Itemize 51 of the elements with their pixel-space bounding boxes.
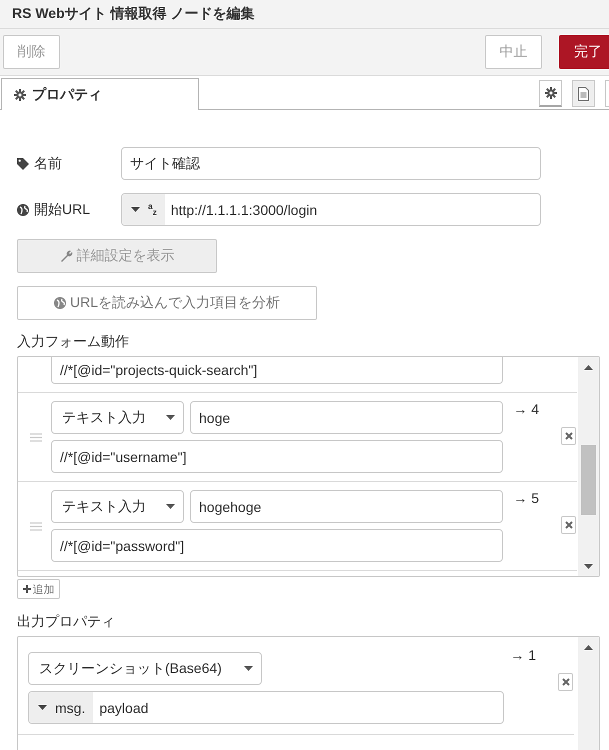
drag-handle-icon xyxy=(30,432,42,442)
drag-handle-icon xyxy=(30,522,42,530)
close-icon xyxy=(562,678,570,686)
field-label: 開始URL xyxy=(34,200,90,218)
close-icon xyxy=(564,521,572,529)
remove-button[interactable] xyxy=(558,673,573,691)
add-button[interactable]: 追加 xyxy=(17,579,60,599)
gear-icon xyxy=(544,87,556,99)
value-field[interactable]: hoge xyxy=(190,401,503,434)
xpath-field[interactable]: //*[@id="username"] xyxy=(51,440,503,473)
globe-icon xyxy=(54,297,66,309)
properties-tab[interactable]: プロパティ xyxy=(1,78,199,110)
caret-icon xyxy=(38,705,47,710)
plus-icon xyxy=(22,585,30,593)
remove-button[interactable] xyxy=(561,516,576,534)
action-select[interactable]: テキスト入力 xyxy=(51,401,184,434)
section-label: 入力フォーム動作 xyxy=(17,333,130,351)
value-field[interactable]: hogehoge xyxy=(190,490,503,523)
xpath-field[interactable]: //*[@id="password"] xyxy=(51,529,503,562)
dropdown-icon xyxy=(166,504,175,509)
xpath-field[interactable]: //*[@id="projects-quick-search"] xyxy=(51,357,503,384)
gear-icon xyxy=(14,88,26,100)
output-number: → 1 xyxy=(510,647,536,663)
done-button[interactable]: 完了 xyxy=(559,35,609,69)
document-icon xyxy=(578,86,589,100)
action-select[interactable]: テキスト入力 xyxy=(51,490,184,523)
property-field[interactable]: msg. payload xyxy=(28,691,504,724)
close-icon xyxy=(564,432,572,440)
scrollbar[interactable] xyxy=(578,357,599,576)
dropdown-icon xyxy=(244,666,253,671)
scroll-down-icon[interactable] xyxy=(584,564,593,568)
name-field[interactable]: サイト確認 xyxy=(121,147,541,180)
field-label: 名前 xyxy=(34,154,62,172)
description-tab-button[interactable] xyxy=(572,80,595,107)
wrench-icon xyxy=(60,250,72,262)
dropdown-icon xyxy=(166,415,175,420)
caret-icon xyxy=(131,207,140,212)
scrollbar[interactable] xyxy=(578,637,599,750)
settings-tab-button[interactable] xyxy=(539,80,562,107)
tag-icon xyxy=(17,158,29,170)
globe-icon xyxy=(17,204,29,216)
scroll-up-icon[interactable] xyxy=(584,364,593,370)
scroll-thumb[interactable] xyxy=(581,445,596,515)
analyze-url-button[interactable]: URLを読み込んで入力項目を分析 xyxy=(17,286,317,320)
dialog-title: RS Webサイト 情報取得 ノードを編集 xyxy=(0,0,609,29)
output-number: → 5 xyxy=(513,490,539,506)
output-type-select[interactable]: スクリーンショット(Base64) xyxy=(28,652,262,685)
scroll-up-icon[interactable] xyxy=(584,644,593,650)
remove-button[interactable] xyxy=(561,427,576,445)
section-label: 出力プロパティ xyxy=(17,613,116,631)
output-number: → 4 xyxy=(513,401,539,417)
